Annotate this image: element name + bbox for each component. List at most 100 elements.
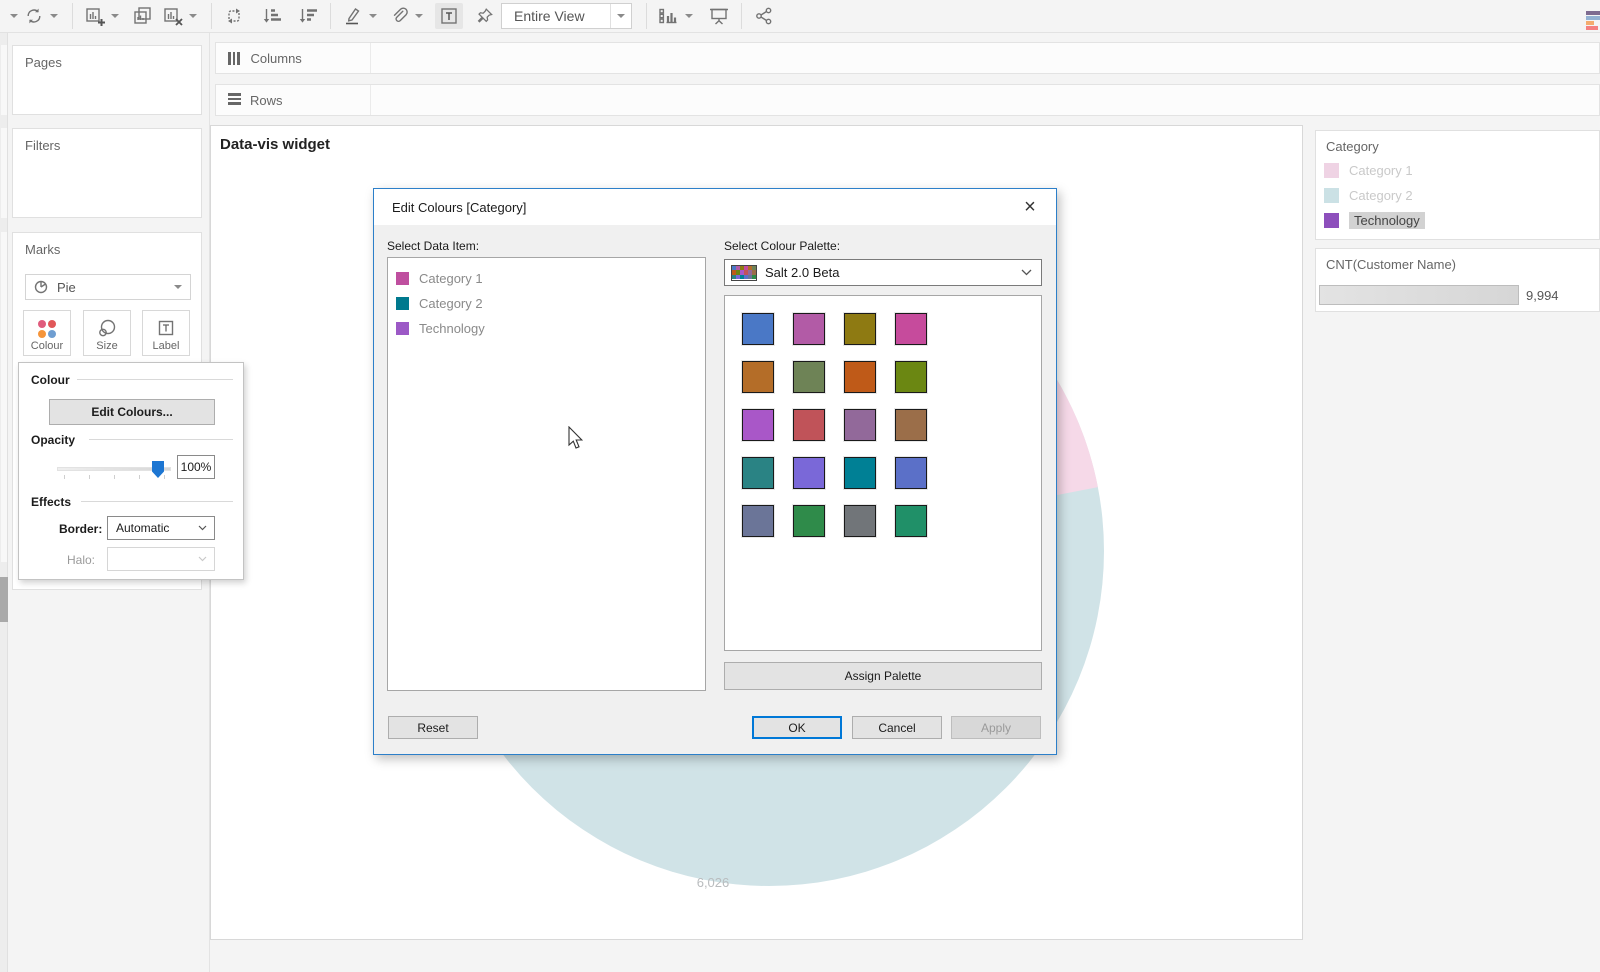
columns-shelf[interactable]: Columns [215, 42, 1600, 74]
border-label: Border: [59, 522, 102, 536]
pages-shelf[interactable]: Pages [12, 45, 202, 115]
collapsed-data-pane-strip[interactable] [0, 33, 8, 972]
size-button[interactable]: Size [83, 310, 131, 356]
opacity-slider[interactable] [57, 467, 171, 471]
palette-swatch[interactable] [742, 505, 774, 537]
cancel-button[interactable]: Cancel [852, 716, 942, 739]
palette-swatch[interactable] [895, 313, 927, 345]
rows-shelf-head: Rows [216, 85, 371, 115]
palette-swatch[interactable] [844, 313, 876, 345]
clear-sheet-caret-icon[interactable] [189, 14, 197, 18]
refresh-icon[interactable] [22, 3, 46, 29]
presentation-mode-icon[interactable] [707, 3, 731, 29]
window-corner-chart-icon [1586, 11, 1600, 32]
highlight-icon[interactable] [341, 3, 365, 29]
legend-title: Category [1316, 131, 1599, 154]
fit-selector[interactable]: Entire View [501, 3, 632, 29]
duplicate-sheet-icon[interactable] [131, 3, 155, 29]
legend-item[interactable]: Category 2 [1324, 183, 1599, 208]
reset-button[interactable]: Reset [388, 716, 478, 739]
mark-type-value: Pie [57, 280, 170, 295]
data-item-swatch [396, 297, 409, 310]
sort-descending-icon[interactable] [296, 3, 320, 29]
opacity-slider-handle[interactable] [152, 461, 164, 478]
legend-label: Category 1 [1349, 163, 1413, 178]
dialog-data-item[interactable]: Category 1 [388, 266, 705, 291]
chevron-down-icon [198, 525, 207, 531]
undo-caret-icon[interactable] [10, 14, 18, 18]
pages-label: Pages [13, 46, 201, 70]
fit-selector-caret-icon[interactable] [610, 4, 631, 28]
label-button[interactable]: Label [142, 310, 190, 356]
legend-item[interactable]: Category 1 [1324, 158, 1599, 183]
chevron-down-icon [198, 556, 207, 562]
new-worksheet-caret-icon[interactable] [111, 14, 119, 18]
palette-swatch[interactable] [742, 409, 774, 441]
highlight-caret-icon[interactable] [369, 14, 377, 18]
palette-swatch[interactable] [844, 409, 876, 441]
dialog-data-item[interactable]: Category 2 [388, 291, 705, 316]
palette-swatch[interactable] [844, 361, 876, 393]
assign-palette-button[interactable]: Assign Palette [724, 662, 1042, 690]
palette-swatch[interactable] [742, 361, 774, 393]
share-icon[interactable] [752, 3, 776, 29]
clear-sheet-icon[interactable] [161, 3, 185, 29]
palette-swatch[interactable] [793, 409, 825, 441]
palette-grid [742, 313, 1032, 537]
legend-item[interactable]: Technology [1324, 208, 1599, 233]
show-mark-labels-icon[interactable] [435, 3, 463, 29]
ok-button[interactable]: OK [752, 716, 842, 739]
attach-caret-icon[interactable] [415, 14, 423, 18]
divider [646, 3, 647, 29]
palette-swatch[interactable] [844, 457, 876, 489]
legend-swatch [1324, 188, 1339, 203]
legend-label: Category 2 [1349, 188, 1413, 203]
palette-dropdown[interactable]: Salt 2.0 Beta [724, 259, 1042, 286]
size-legend-bar[interactable] [1319, 285, 1519, 305]
show-me-caret-icon[interactable] [685, 14, 693, 18]
size-legend-title: CNT(Customer Name) [1316, 249, 1599, 272]
attach-icon[interactable] [387, 3, 411, 29]
mark-type-dropdown[interactable]: Pie [25, 274, 191, 300]
palette-swatch[interactable] [793, 505, 825, 537]
columns-shelf-head: Columns [216, 43, 371, 73]
palette-swatch[interactable] [793, 361, 825, 393]
close-icon[interactable]: × [1016, 193, 1044, 221]
palette-swatch[interactable] [895, 457, 927, 489]
show-me-icon[interactable] [657, 3, 681, 29]
refresh-caret-icon[interactable] [50, 14, 58, 18]
border-select[interactable]: Automatic [107, 516, 215, 540]
palette-swatch[interactable] [793, 457, 825, 489]
data-item-swatch [396, 272, 409, 285]
colour-button[interactable]: Colour [23, 310, 71, 356]
fix-axes-pin-icon[interactable] [473, 3, 497, 29]
new-worksheet-icon[interactable] [83, 3, 107, 29]
edit-colours-button[interactable]: Edit Colours... [49, 399, 215, 425]
select-data-item-label: Select Data Item: [387, 239, 479, 253]
palette-swatch[interactable] [742, 313, 774, 345]
select-palette-label: Select Colour Palette: [724, 239, 840, 253]
colour-button-label: Colour [31, 340, 63, 352]
rows-shelf[interactable]: Rows [215, 84, 1600, 116]
palette-swatch[interactable] [793, 313, 825, 345]
colour-legend-card: Category Category 1 Category 2 Technology [1315, 130, 1600, 240]
swap-axes-icon[interactable] [222, 3, 246, 29]
marks-label: Marks [13, 233, 201, 257]
opacity-value[interactable]: 100% [177, 455, 215, 479]
palette-swatch[interactable] [895, 361, 927, 393]
palette-swatch[interactable] [895, 409, 927, 441]
dialog-titlebar[interactable]: Edit Colours [Category] × [374, 189, 1056, 225]
halo-label: Halo: [67, 553, 95, 567]
sort-ascending-icon[interactable] [260, 3, 284, 29]
legend-label: Technology [1349, 212, 1425, 229]
data-pane-handle[interactable] [0, 577, 8, 622]
palette-swatch[interactable] [895, 505, 927, 537]
palette-swatch[interactable] [844, 505, 876, 537]
palette-swatch[interactable] [742, 457, 774, 489]
dialog-data-item[interactable]: Technology [388, 316, 705, 341]
data-item-list[interactable]: Category 1Category 2Technology [387, 257, 706, 691]
divider [330, 3, 331, 29]
colour-dots-icon [38, 320, 56, 338]
edit-colours-dialog: Edit Colours [Category] × Select Data It… [373, 188, 1057, 755]
filters-shelf[interactable]: Filters [12, 128, 202, 218]
